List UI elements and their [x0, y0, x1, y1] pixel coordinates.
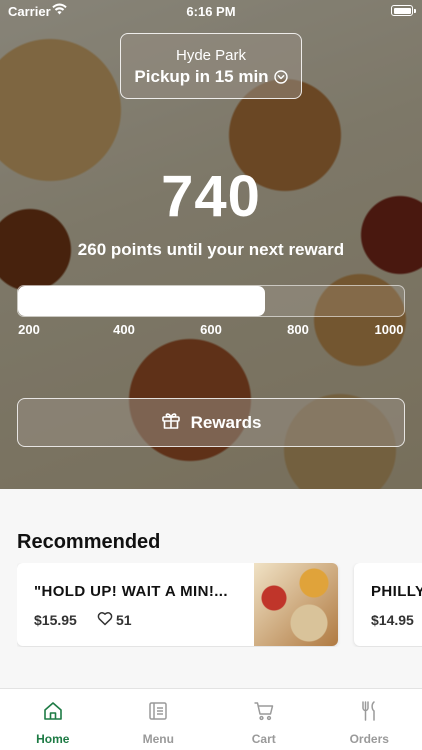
location-name: Hyde Park	[175, 47, 247, 64]
status-bar: Carrier 6:16 PM	[0, 0, 422, 22]
rewards-button[interactable]: Rewards	[17, 398, 405, 447]
tab-home[interactable]: Home	[0, 689, 106, 750]
tick-label: 200	[18, 322, 40, 337]
fork-knife-icon	[358, 700, 380, 727]
rewards-button-label: Rewards	[190, 412, 262, 432]
home-icon	[42, 700, 64, 727]
battery-icon	[391, 5, 416, 16]
tick-label: 800	[287, 322, 309, 337]
item-name: PHILLY	[371, 583, 422, 600]
recommended-card[interactable]: PHILLY $14.95	[354, 563, 422, 646]
chevron-down-icon	[273, 69, 288, 89]
item-name: "HOLD UP! WAIT A MIN!...	[34, 583, 228, 600]
tab-label: Cart	[251, 732, 276, 746]
item-price: $14.95	[371, 612, 414, 628]
like-count: 51	[116, 612, 132, 628]
recommended-card[interactable]: "HOLD UP! WAIT A MIN!... $15.95 51	[17, 563, 338, 646]
tab-label: Menu	[142, 732, 174, 746]
recommended-carousel[interactable]: "HOLD UP! WAIT A MIN!... $15.95 51 PHILL…	[17, 563, 422, 647]
rewards-progress-fill	[18, 286, 266, 316]
points-until-reward: 260 points until your next reward	[77, 240, 345, 259]
gift-icon	[161, 410, 181, 435]
clock: 6:16 PM	[186, 4, 236, 19]
tab-label: Home	[36, 732, 70, 746]
item-photo	[254, 563, 338, 646]
location-selector[interactable]: Hyde Park Pickup in 15 min	[120, 33, 302, 99]
heart-icon[interactable]	[97, 611, 113, 629]
menu-icon	[147, 700, 169, 727]
points-balance: 740	[161, 164, 261, 229]
tick-label: 600	[200, 322, 222, 337]
rewards-hero: Carrier 6:16 PM Hyde Park Pickup in 15 m…	[0, 0, 422, 489]
tab-orders[interactable]: Orders	[317, 689, 422, 750]
tick-label: 1000	[374, 322, 404, 337]
cart-icon	[253, 700, 275, 727]
tab-bar: Home Menu Cart Orders	[0, 688, 422, 750]
tab-label: Orders	[349, 732, 389, 746]
rewards-progress-bar	[17, 285, 405, 317]
tab-menu[interactable]: Menu	[106, 689, 212, 750]
progress-ticks: 200 400 600 800 1000	[0, 322, 422, 338]
item-price: $15.95	[34, 612, 77, 628]
tab-cart[interactable]: Cart	[211, 689, 317, 750]
tick-label: 400	[113, 322, 135, 337]
recommended-heading: Recommended	[17, 531, 161, 553]
pickup-time: Pickup in 15 min	[134, 67, 269, 86]
